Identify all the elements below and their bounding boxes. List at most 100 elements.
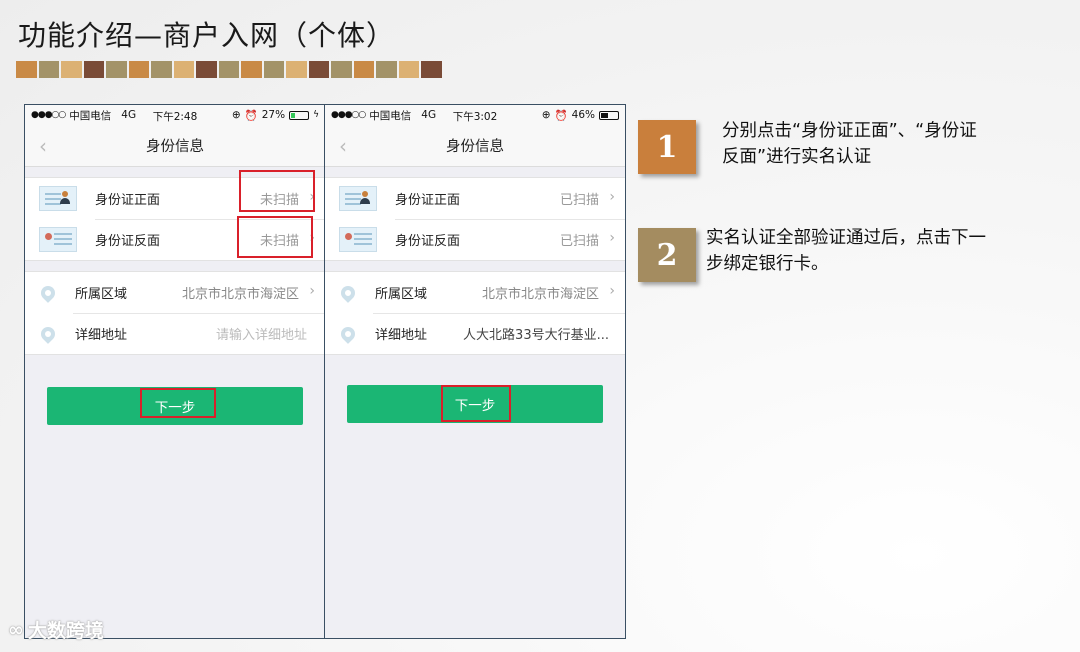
status-bar: ●●●○○ 中国电信 4G 下午2:48 ⊕ ⏰ 27% ϟ: [25, 105, 325, 125]
battery-percent: 27%: [261, 109, 286, 121]
location-group: 所属区域 北京市北京市海淀区 › 详细地址 请输入详细地址: [25, 271, 325, 355]
deco-square: [173, 61, 194, 78]
network-type: 4G: [121, 109, 137, 121]
back-chevron-icon[interactable]: ‹: [339, 134, 347, 158]
deco-square: [218, 61, 239, 78]
chevron-right-icon: ›: [609, 189, 615, 205]
deco-square: [128, 61, 149, 78]
location-pin-icon: [38, 282, 58, 303]
chevron-right-icon: ›: [309, 283, 315, 299]
location-pin-icon: [38, 323, 58, 344]
region-row[interactable]: 所属区域 北京市北京市海淀区 ›: [25, 272, 325, 313]
step-1-text-line2: 反面”进行实名认证: [722, 147, 872, 167]
id-front-label: 身份证正面: [95, 193, 161, 208]
nav-bar: ‹ 身份信息: [325, 125, 625, 167]
address-value[interactable]: 人大北路33号大行基业...: [463, 324, 609, 343]
battery-icon: [599, 110, 619, 120]
step-2-text-line1: 实名认证全部验证通过后，点击下一: [706, 228, 986, 248]
deco-square: [196, 61, 217, 78]
battery-icon: [289, 110, 310, 120]
step-1-text: 分别点击“身份证正面”、“身份证 反面”进行实名认证: [722, 118, 977, 170]
signal-dots-icon: ●●●○○: [331, 110, 366, 120]
chevron-right-icon: ›: [309, 230, 315, 246]
phone-screenshot-unscanned: ●●●○○ 中国电信 4G 下午2:48 ⊕ ⏰ 27% ϟ ‹ 身份信息 身份…: [24, 104, 326, 639]
id-back-label: 身份证反面: [95, 234, 161, 249]
region-value: 北京市北京市海淀区: [481, 287, 599, 302]
next-step-button[interactable]: 下一步: [347, 385, 603, 423]
location-pin-icon: [338, 323, 358, 344]
phone-screenshot-scanned: ●●●○○ 中国电信 4G 下午3:02 ⊕ ⏰ 46% ‹ 身份信息 身份证正…: [324, 104, 626, 639]
network-type: 4G: [421, 109, 437, 121]
region-label: 所属区域: [375, 287, 428, 302]
id-front-status: 已扫描: [559, 193, 599, 208]
id-card-group: 身份证正面 已扫描 › 身份证反面 已扫描 ›: [325, 177, 625, 261]
watermark-text: 大数跨境: [27, 620, 104, 642]
address-label: 详细地址: [375, 328, 428, 343]
id-card-front-icon: [339, 186, 377, 211]
chevron-right-icon: ›: [309, 189, 315, 205]
deco-square: [38, 61, 59, 78]
address-row[interactable]: 详细地址 请输入详细地址: [25, 313, 325, 354]
lock-rotation-icon: ⊕: [541, 109, 551, 121]
signal-dots-icon: ●●●○○: [31, 110, 66, 120]
next-step-button[interactable]: 下一步: [47, 387, 303, 425]
carrier: 中国电信: [369, 109, 412, 122]
region-label: 所属区域: [75, 287, 128, 302]
deco-square: [398, 61, 419, 78]
id-front-row[interactable]: 身份证正面 已扫描 ›: [325, 178, 625, 219]
id-back-row[interactable]: 身份证反面 未扫描 ›: [25, 219, 325, 260]
deco-square: [151, 61, 172, 78]
id-card-back-icon: [339, 227, 377, 252]
id-back-status: 已扫描: [559, 234, 599, 249]
location-pin-icon: [338, 282, 358, 303]
chevron-right-icon: ›: [609, 230, 615, 246]
nav-bar: ‹ 身份信息: [25, 125, 325, 167]
deco-square: [61, 61, 82, 78]
id-front-label: 身份证正面: [395, 193, 461, 208]
battery-percent: 46%: [571, 109, 595, 121]
deco-square: [286, 61, 307, 78]
charging-icon: ϟ: [313, 110, 319, 120]
address-label: 详细地址: [75, 328, 128, 343]
watermark: ∞ 大数跨境: [8, 616, 104, 643]
lock-rotation-icon: ⊕: [231, 109, 241, 121]
deco-square: [83, 61, 104, 78]
region-row[interactable]: 所属区域 北京市北京市海淀区 ›: [325, 272, 625, 313]
step-1-badge: 1: [638, 120, 696, 174]
deco-square: [331, 61, 352, 78]
page-title: 身份信息: [446, 139, 504, 155]
chevron-right-icon: ›: [609, 283, 615, 299]
deco-square: [106, 61, 127, 78]
id-card-group: 身份证正面 未扫描 › 身份证反面 未扫描 ›: [25, 177, 325, 261]
deco-square: [421, 61, 442, 78]
decorative-color-bar: [16, 61, 442, 78]
address-input[interactable]: 请输入详细地址: [216, 324, 307, 343]
id-card-front-icon: [39, 186, 77, 211]
alarm-icon: ⏰: [554, 109, 568, 122]
carrier: 中国电信: [69, 109, 112, 122]
status-bar: ●●●○○ 中国电信 4G 下午3:02 ⊕ ⏰ 46%: [325, 105, 625, 125]
deco-square: [263, 61, 284, 78]
location-group: 所属区域 北京市北京市海淀区 › 详细地址 人大北路33号大行基业...: [325, 271, 625, 355]
id-card-back-icon: [39, 227, 77, 252]
slide-title: 功能介绍—商户入网（个体）: [18, 19, 396, 52]
deco-square: [376, 61, 397, 78]
step-2-text: 实名认证全部验证通过后，点击下一 步绑定银行卡。: [706, 225, 986, 277]
region-value: 北京市北京市海淀区: [181, 287, 299, 302]
id-back-row[interactable]: 身份证反面 已扫描 ›: [325, 219, 625, 260]
page-title: 身份信息: [146, 139, 204, 155]
id-front-status: 未扫描: [259, 193, 299, 208]
id-back-label: 身份证反面: [395, 234, 461, 249]
id-front-row[interactable]: 身份证正面 未扫描 ›: [25, 178, 325, 219]
deco-square: [16, 61, 37, 78]
address-row[interactable]: 详细地址 人大北路33号大行基业...: [325, 313, 625, 354]
deco-square: [308, 61, 329, 78]
id-back-status: 未扫描: [259, 234, 299, 249]
watermark-logo-icon: ∞: [8, 618, 24, 641]
back-chevron-icon[interactable]: ‹: [39, 134, 47, 158]
step-2-text-line2: 步绑定银行卡。: [706, 254, 829, 274]
deco-square: [353, 61, 374, 78]
step-1-text-line1: 分别点击“身份证正面”、“身份证: [722, 121, 977, 141]
deco-square: [241, 61, 262, 78]
step-2-badge: 2: [638, 228, 696, 282]
